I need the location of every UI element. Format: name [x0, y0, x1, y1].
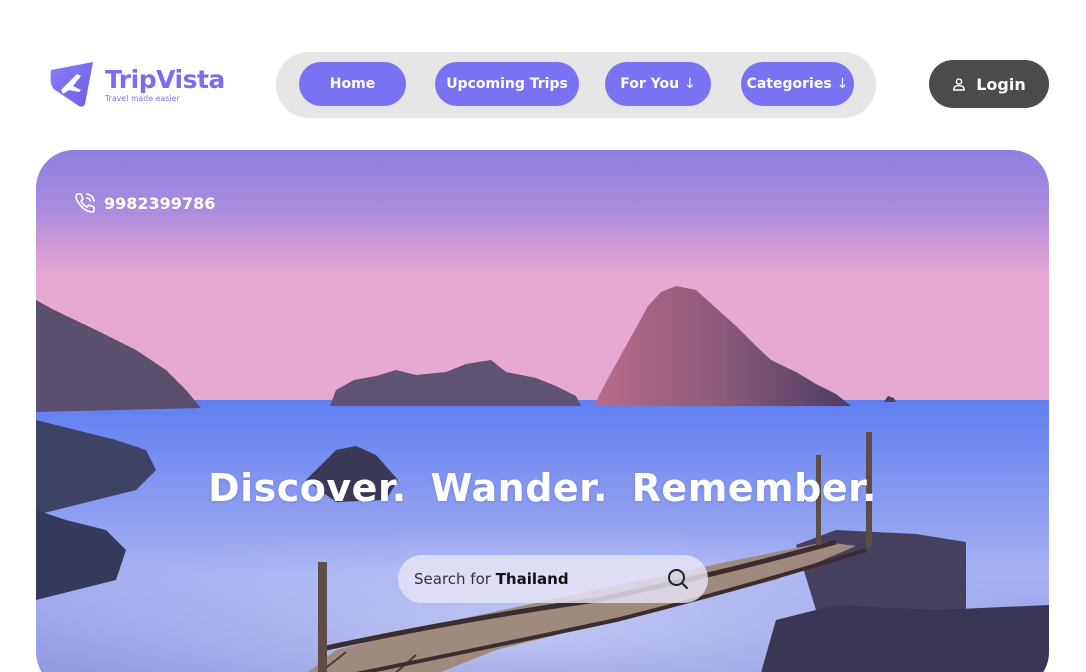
arrow-down-icon: ↓ — [684, 76, 696, 92]
login-button[interactable]: Login — [929, 60, 1049, 108]
airplane-icon — [50, 62, 93, 107]
search-input[interactable]: Search for Thailand — [398, 555, 708, 603]
hero-banner: 9982399786 Discover. Wander. Remember. S… — [36, 150, 1049, 672]
phone-call-icon — [75, 193, 95, 213]
arrow-down-icon: ↓ — [836, 76, 849, 92]
brand-tagline: Travel made easier — [105, 94, 180, 104]
search-prefix: Search for — [414, 570, 496, 588]
search-term: Thailand — [495, 570, 569, 588]
nav-for-you-label: For You — [620, 76, 680, 92]
nav-for-you-dropdown[interactable]: For You ↓ — [605, 62, 711, 106]
nav-home-button[interactable]: Home — [299, 62, 406, 106]
nav-upcoming-label: Upcoming Trips — [446, 76, 568, 92]
phone-number: 9982399786 — [104, 193, 216, 213]
nav-categories-dropdown[interactable]: Categories ↓ — [741, 62, 854, 106]
login-label: Login — [976, 74, 1026, 94]
nav-categories-label: Categories — [746, 76, 832, 92]
contact-phone[interactable]: 9982399786 — [72, 190, 215, 216]
search-icon[interactable] — [666, 567, 690, 591]
brand-name: TripVista — [105, 65, 225, 95]
nav-upcoming-trips-button[interactable]: Upcoming Trips — [435, 62, 579, 106]
user-icon — [953, 78, 966, 91]
hero-headline: Discover. Wander. Remember. — [208, 466, 877, 510]
brand-logo[interactable]: TripVista Travel made easier — [47, 60, 225, 110]
nav-home-label: Home — [329, 76, 376, 92]
